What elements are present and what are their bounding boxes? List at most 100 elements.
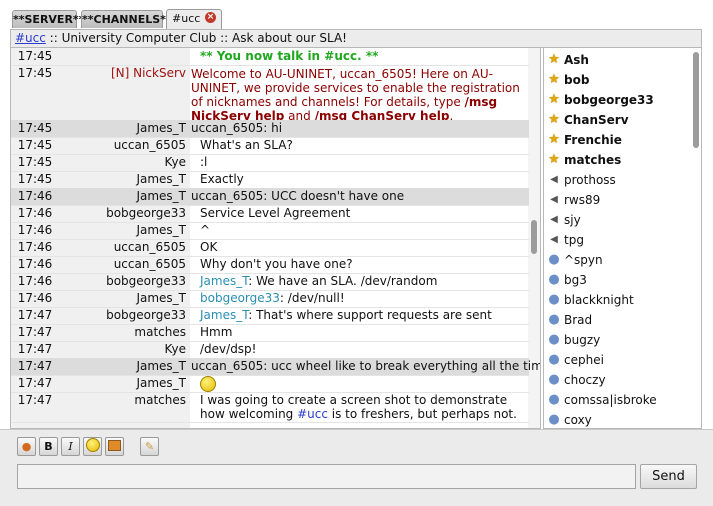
person-icon: ● — [548, 252, 560, 267]
chat-message-row: 17:46 bobgeorge33 Service Level Agreement — [11, 205, 529, 223]
star-icon: ★ — [548, 92, 560, 107]
insert-image-button[interactable] — [105, 437, 124, 456]
message-time: 17:47 — [17, 325, 53, 339]
message-nick[interactable]: Kye — [59, 154, 186, 171]
message-body: OK — [200, 240, 218, 254]
chat-message-row: 17:45 James_T uccan_6505: hi — [11, 120, 529, 138]
user-list-scrollbar[interactable] — [693, 52, 699, 148]
message-nick[interactable]: bobgeorge33 — [59, 307, 186, 324]
user-name: bugzy — [564, 333, 601, 347]
message-nick[interactable]: bobgeorge33 — [59, 205, 186, 222]
message-nick[interactable]: matches — [59, 392, 186, 409]
user-name: comssa|isbroke — [564, 393, 657, 407]
message-nick[interactable]: matches — [59, 324, 186, 341]
bold-button[interactable]: B — [39, 437, 58, 456]
message-nick[interactable]: James_T — [59, 222, 186, 239]
message-text: I was going to create a screen shot to d… — [200, 393, 520, 421]
message-nick[interactable]: James_T — [59, 375, 186, 392]
smiley-icon — [200, 376, 216, 392]
smiley-icon — [85, 438, 100, 452]
message-time: 17:47 — [17, 393, 53, 407]
topic-text: :: University Computer Club :: Ask about… — [45, 31, 347, 45]
chat-message-row: 17:46 James_T uccan_6505: UCC doesn't have… — [11, 188, 529, 206]
message-body: : /dev/null! — [279, 291, 345, 305]
message-body: Why don't you have one? — [200, 257, 353, 271]
tab-channels[interactable]: **CHANNELS** — [81, 10, 172, 28]
message-time: 17:46 — [17, 291, 53, 305]
message-body: :l — [200, 155, 208, 169]
message-nick[interactable]: uccan_6505 — [59, 256, 186, 273]
send-button[interactable]: Send — [640, 464, 697, 489]
tab-ucc[interactable]: #ucc × — [166, 9, 222, 30]
message-text: :l — [200, 154, 525, 171]
chat-message-row: 17:47 matches I was going to create a scre… — [11, 392, 529, 423]
message-body: What's an SLA? — [200, 138, 293, 152]
user-name: Ash — [564, 53, 589, 67]
user-name: ChanServ — [564, 113, 629, 127]
chat-message-row: 17:47 James_T — [11, 375, 529, 393]
color-palette-button[interactable]: ● — [17, 437, 36, 456]
person-icon: ● — [548, 292, 560, 307]
close-icon[interactable]: × — [205, 12, 216, 23]
star-icon: ★ — [548, 52, 560, 67]
message-time: 17:46 — [17, 206, 53, 220]
message-body: Hmm — [200, 325, 233, 339]
chat-message-row: 17:47 Kye/dev/dsp! — [11, 341, 529, 359]
user-name: Frenchie — [564, 133, 622, 147]
message-text: /dev/dsp! — [200, 341, 525, 358]
message-body: uccan_6505: hi — [191, 121, 283, 135]
emoticon-button[interactable] — [83, 437, 102, 456]
message-nick[interactable]: James_T — [59, 290, 186, 307]
user-list[interactable]: ★ Ash ★ bob ★ bobgeorge33 ★ ChanServ ★ Frenchie ★ m… — [543, 48, 702, 429]
message-nick[interactable]: James_T — [59, 171, 186, 188]
message-body: uccan_6505: UCC doesn't have one — [191, 189, 405, 203]
nick-mention[interactable]: bobgeorge33 — [200, 291, 280, 305]
topic-bar: #ucc :: University Computer Club :: Ask … — [10, 29, 702, 48]
nick-mention[interactable]: James_T — [200, 308, 248, 322]
user-name: tpg — [564, 233, 584, 247]
chat-scrollbar-thumb[interactable] — [531, 220, 537, 254]
message-nick[interactable]: uccan_6505 — [59, 137, 186, 154]
speaker-icon: ◀ — [550, 194, 558, 205]
message-body: Exactly — [200, 172, 244, 186]
user-name: Brad — [564, 313, 593, 327]
message-nick[interactable]: uccan_6505 — [59, 239, 186, 256]
message-time: 17:45 — [17, 138, 53, 152]
speaker-icon: ◀ — [550, 214, 558, 225]
message-text: uccan_6505: UCC doesn't have one — [191, 188, 525, 205]
chat-message-row: 17:45 ** You now talk in #ucc. ** — [11, 48, 529, 66]
message-nick[interactable]: James_T — [59, 358, 186, 375]
message-nick[interactable]: James_T — [59, 120, 186, 137]
chat-log[interactable]: 17:45 ** You now talk in #ucc. ** 17:45 [N]… — [10, 48, 541, 429]
message-nick[interactable]: [N] NickServ — [59, 65, 186, 82]
nick-mention[interactable]: James_T — [200, 274, 248, 288]
message-input[interactable] — [17, 464, 636, 489]
user-name: matches — [564, 153, 622, 167]
message-nick[interactable]: Kye — [59, 341, 186, 358]
chat-message-row: 17:45 James_T Exactly — [11, 171, 529, 189]
message-body: : We have an SLA. /dev/random — [248, 274, 438, 288]
chat-message-row: 17:46 bobgeorge33 James_T: We have an SLA.… — [11, 273, 529, 291]
message-time: 17:45 — [17, 66, 53, 80]
message-nick[interactable]: bobgeorge33 — [59, 273, 186, 290]
person-icon: ● — [548, 412, 560, 427]
clear-format-button[interactable]: ✎ — [140, 437, 159, 456]
tab-ucc-label: #ucc — [172, 12, 201, 25]
message-text: bobgeorge33: /dev/null! — [200, 290, 525, 307]
italic-button[interactable]: I — [61, 437, 80, 456]
message-text: ** You now talk in #ucc. ** — [200, 49, 379, 63]
message-body: uccan_6505: ucc wheel like to break ever… — [191, 359, 541, 373]
message-time: 17:46 — [11, 188, 59, 205]
chat-message-row: 17:47 James_T uccan_6505: ucc wheel like t… — [11, 358, 540, 376]
palette-icon: ● — [21, 440, 32, 453]
message-text: ^ — [200, 222, 525, 239]
message-time: 17:45 — [11, 120, 59, 137]
chat-message-row: 17:47 bobgeorge33 James_T: That's where su… — [11, 307, 529, 325]
tab-server[interactable]: **SERVER** — [12, 10, 84, 28]
message-text: Why don't you have one? — [200, 256, 525, 273]
channel-link[interactable]: #ucc — [297, 407, 328, 421]
topic-channel-link[interactable]: #ucc — [15, 31, 46, 45]
user-name: bg3 — [564, 273, 587, 287]
message-time: 17:46 — [17, 240, 53, 254]
message-nick[interactable]: James_T — [59, 188, 186, 205]
